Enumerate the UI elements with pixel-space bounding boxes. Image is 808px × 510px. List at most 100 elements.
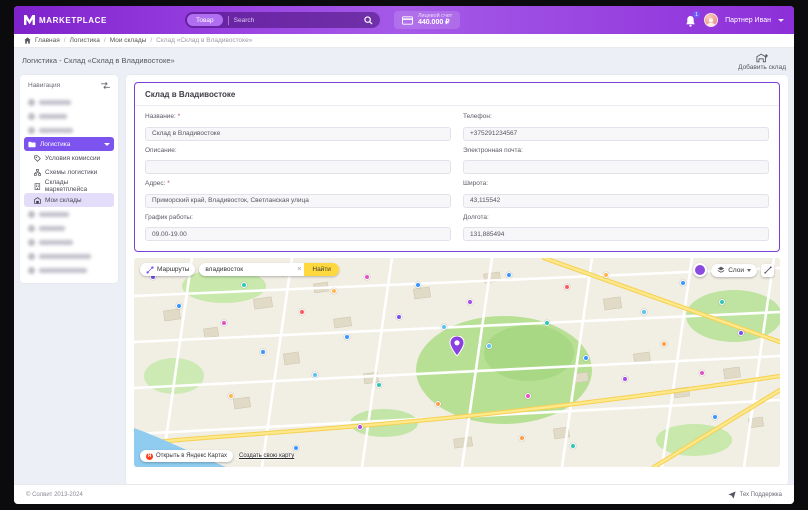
description-input[interactable] — [145, 160, 451, 174]
map-poi-marker[interactable] — [564, 284, 570, 290]
schedule-input[interactable] — [145, 227, 451, 241]
map-poi-marker[interactable] — [680, 280, 686, 286]
tag-icon — [34, 155, 41, 162]
tech-support-link[interactable]: Тех Поддержка — [728, 491, 782, 499]
home-icon[interactable] — [24, 37, 31, 44]
avatar[interactable] — [704, 13, 718, 27]
map-traffic-button[interactable] — [693, 263, 707, 277]
name-input[interactable] — [145, 127, 451, 141]
sidebar-item-my-warehouses[interactable]: Мои склады — [24, 193, 114, 207]
sidebar-item-redacted[interactable] — [24, 207, 114, 221]
map-search-clear-icon[interactable]: × — [294, 263, 304, 276]
map-poi-marker[interactable] — [544, 320, 550, 326]
open-in-yandex-maps-label: Открыть в Яндекс Картах — [156, 453, 227, 459]
map-find-button[interactable]: Найти — [304, 263, 339, 276]
user-name[interactable]: Партнер Иван — [725, 17, 771, 24]
map-widget[interactable]: Маршруты × Найти — [134, 258, 780, 467]
map-poi-marker[interactable] — [719, 299, 725, 305]
map-poi-marker[interactable] — [441, 324, 447, 330]
map-ruler-button[interactable] — [761, 264, 774, 277]
page-title: Логистика - Склад «Склад в Владивостоке» — [22, 53, 175, 65]
map-poi-marker[interactable] — [699, 370, 705, 376]
breadcrumb-logistics[interactable]: Логистика — [70, 37, 100, 44]
sidebar-item-redacted[interactable] — [24, 123, 114, 137]
top-header: MARKETPLACE Товар Лицевой счет 440.000 ₽ — [14, 6, 794, 34]
field-description: Описание: — [145, 147, 451, 175]
map-poi-marker[interactable] — [603, 272, 609, 278]
map-poi-marker[interactable] — [486, 343, 492, 349]
breadcrumb-warehouses[interactable]: Мои склады — [110, 37, 147, 44]
map-poi-marker[interactable] — [622, 376, 628, 382]
map-poi-marker[interactable] — [641, 309, 647, 315]
sidebar-item-label: Мои склады — [45, 197, 82, 204]
field-phone-label: Телефон: — [463, 113, 492, 120]
user-menu-caret-icon[interactable] — [778, 19, 784, 22]
map-poi-marker[interactable] — [299, 309, 305, 315]
sidebar-item-redacted[interactable] — [24, 249, 114, 263]
add-warehouse-button[interactable]: Добавить склад — [738, 53, 786, 71]
sidebar-item-redacted[interactable] — [24, 235, 114, 249]
sidebar-item-redacted[interactable] — [24, 109, 114, 123]
map-poi-marker[interactable] — [260, 349, 266, 355]
content-area: Логистика - Склад «Склад в Владивостоке»… — [14, 48, 794, 484]
sidebar-item-logistics[interactable]: Логистика — [24, 137, 114, 151]
field-schedule-label: График работы: — [145, 214, 193, 221]
yandex-logo-icon: Я — [146, 453, 153, 460]
folder-icon — [28, 141, 36, 148]
collapse-sidebar-icon[interactable] — [101, 82, 110, 89]
map-poi-marker[interactable] — [344, 334, 350, 340]
redacted-icon — [28, 113, 35, 120]
map-poi-marker[interactable] — [396, 314, 402, 320]
map-poi-marker[interactable] — [435, 401, 441, 407]
map-layers-button[interactable]: Слои — [711, 264, 757, 277]
marketplace-logo[interactable]: MARKETPLACE — [24, 15, 107, 25]
notifications-button[interactable]: 1 — [685, 14, 697, 26]
map-poi-marker[interactable] — [506, 272, 512, 278]
map-poi-marker[interactable] — [519, 435, 525, 441]
map-poi-marker[interactable] — [241, 282, 247, 288]
redacted-icon — [28, 267, 35, 274]
map-poi-marker[interactable] — [228, 393, 234, 399]
search-divider — [228, 16, 229, 25]
open-in-yandex-maps-link[interactable]: Я Открыть в Яндекс Картах — [140, 450, 233, 462]
search-input[interactable] — [234, 17, 364, 24]
map-poi-marker[interactable] — [357, 424, 363, 430]
search-icon[interactable] — [364, 16, 373, 25]
create-own-map-link[interactable]: Создать свою карту — [239, 453, 294, 459]
map-poi-marker[interactable] — [312, 372, 318, 378]
address-input[interactable] — [145, 194, 451, 208]
map-poi-marker[interactable] — [376, 382, 382, 388]
map-poi-marker[interactable] — [570, 443, 576, 449]
map-poi-marker[interactable] — [364, 274, 370, 280]
sidebar-item-redacted[interactable] — [24, 95, 114, 109]
map-poi-marker[interactable] — [661, 341, 667, 347]
map-poi-marker[interactable] — [467, 299, 473, 305]
field-email-label: Электронная почта: — [463, 147, 523, 154]
card-icon — [402, 16, 413, 25]
map-poi-marker[interactable] — [712, 414, 718, 420]
sidebar-item-redacted[interactable] — [24, 263, 114, 277]
warehouse-map-pin[interactable] — [450, 336, 465, 356]
search-category-button[interactable]: Товар — [187, 14, 223, 26]
map-poi-marker[interactable] — [738, 330, 744, 336]
phone-input[interactable] — [463, 127, 769, 141]
breadcrumb-home[interactable]: Главная — [35, 37, 60, 44]
map-poi-marker[interactable] — [415, 282, 421, 288]
map-search-input[interactable] — [199, 263, 294, 276]
map-poi-marker[interactable] — [525, 393, 531, 399]
breadcrumb-separator: / — [104, 37, 106, 44]
routes-button[interactable]: Маршруты — [140, 263, 195, 276]
sidebar-item-redacted[interactable] — [24, 221, 114, 235]
balance-chip[interactable]: Лицевой счет 440.000 ₽ — [394, 11, 460, 29]
latitude-input[interactable] — [463, 194, 769, 208]
email-input[interactable] — [463, 160, 769, 174]
map-poi-marker[interactable] — [176, 303, 182, 309]
longitude-input[interactable] — [463, 227, 769, 241]
sidebar-item-marketplace-warehouses[interactable]: Склады маркетплейса — [24, 179, 114, 193]
map-poi-marker[interactable] — [583, 355, 589, 361]
map-poi-marker[interactable] — [331, 288, 337, 294]
field-email: Электронная почта: — [463, 147, 769, 175]
map-poi-marker[interactable] — [221, 320, 227, 326]
sidebar-item-commission-terms[interactable]: Условия комиссии — [24, 151, 114, 165]
sidebar-item-logistics-schemes[interactable]: Схемы логистики — [24, 165, 114, 179]
